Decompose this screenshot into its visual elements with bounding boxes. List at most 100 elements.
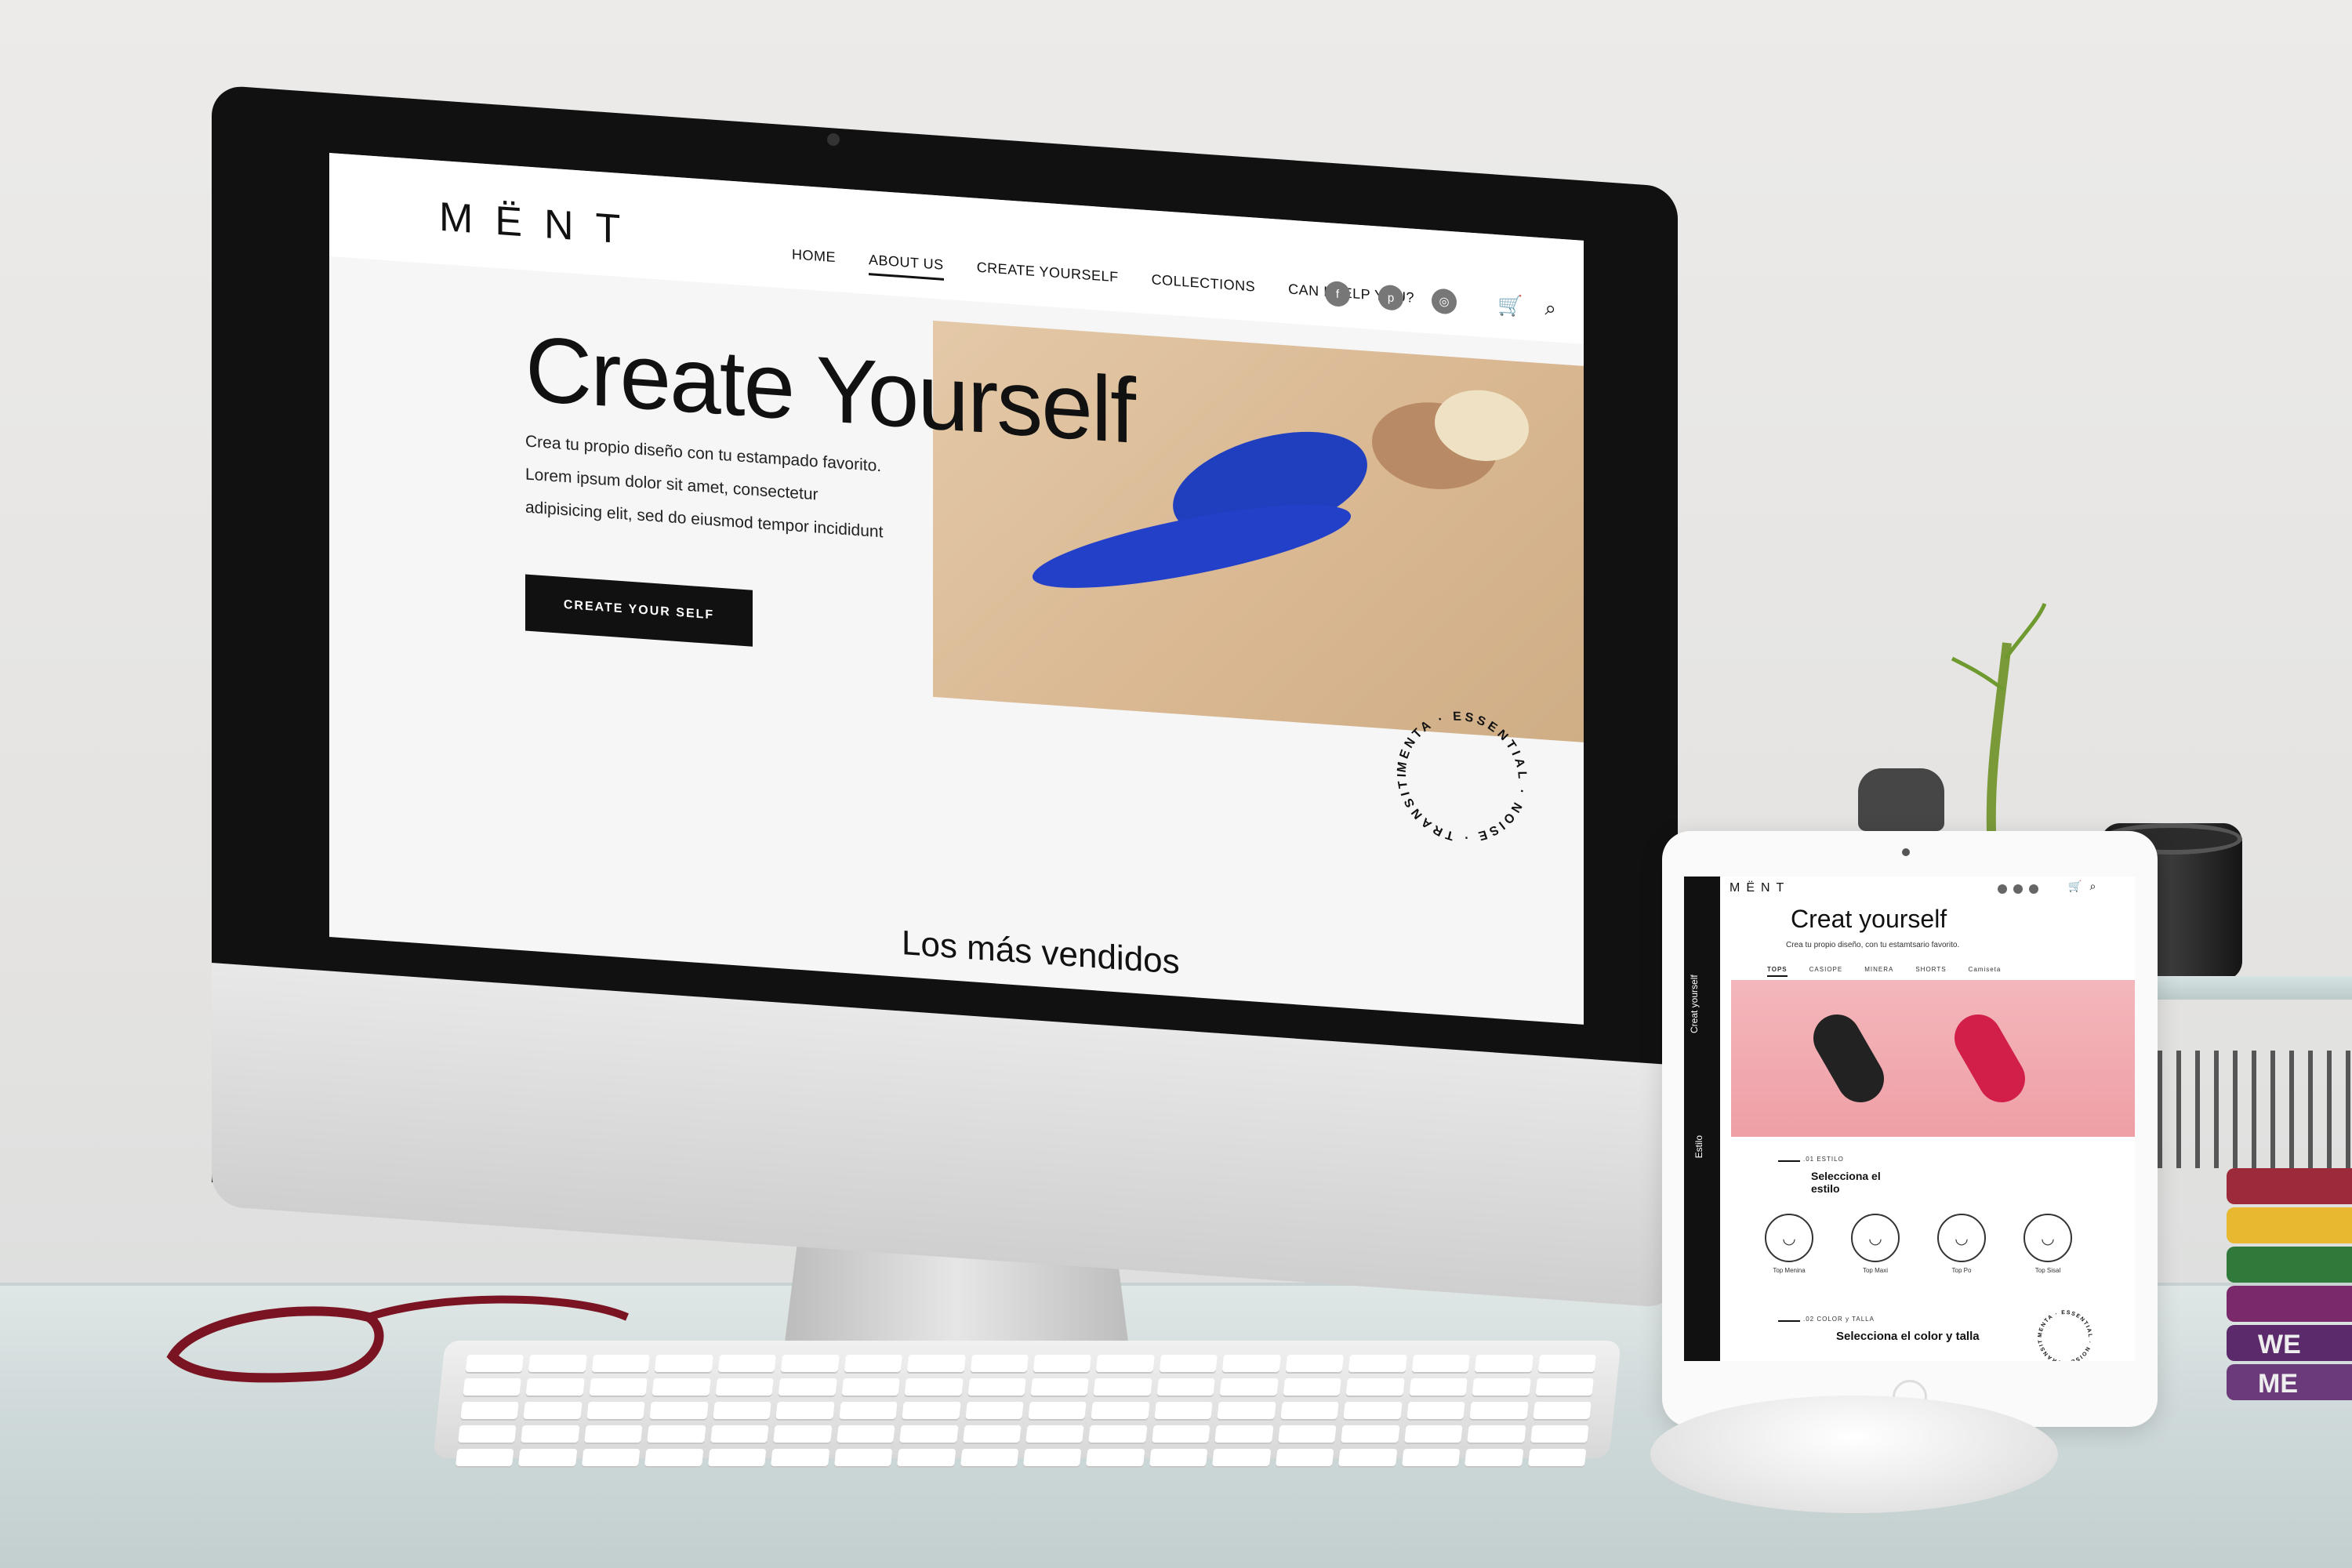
keyboard-key[interactable]	[581, 1449, 641, 1466]
keyboard-key[interactable]	[523, 1402, 583, 1419]
keyboard-key[interactable]	[1472, 1378, 1531, 1396]
keyboard-key[interactable]	[456, 1449, 514, 1466]
keyboard-key[interactable]	[906, 1355, 966, 1372]
tab-tops[interactable]: TOPS	[1767, 966, 1788, 977]
keyboard-key[interactable]	[839, 1402, 898, 1419]
keyboard-key[interactable]	[644, 1449, 704, 1466]
facebook-icon[interactable]	[1998, 884, 2007, 894]
tab-casiope[interactable]: CASIOPE	[1809, 966, 1843, 977]
search-icon[interactable]: ⌕	[2089, 880, 2096, 893]
keyboard-key[interactable]	[525, 1378, 585, 1396]
cart-icon[interactable]: 🛒	[2068, 880, 2082, 893]
keyboard-key[interactable]	[1403, 1425, 1463, 1443]
keyboard-key[interactable]	[1411, 1355, 1471, 1372]
keyboard-key[interactable]	[780, 1355, 840, 1372]
nav-home[interactable]: HOME	[792, 246, 836, 273]
keyboard-key[interactable]	[521, 1425, 580, 1443]
keyboard-key[interactable]	[773, 1425, 833, 1443]
keyboard-key[interactable]	[1033, 1355, 1092, 1372]
keyboard-key[interactable]	[1154, 1402, 1214, 1419]
keyboard-key[interactable]	[1217, 1402, 1276, 1419]
keyboard-key[interactable]	[1530, 1425, 1589, 1443]
keyboard-key[interactable]	[1537, 1355, 1596, 1372]
keyboard-key[interactable]	[1283, 1378, 1342, 1396]
keyboard-key[interactable]	[1527, 1449, 1587, 1466]
keyboard-key[interactable]	[964, 1402, 1024, 1419]
keyboard-key[interactable]	[460, 1402, 520, 1419]
keyboard-key[interactable]	[897, 1449, 956, 1466]
keyboard-key[interactable]	[1285, 1355, 1345, 1372]
keyboard-key[interactable]	[1277, 1425, 1337, 1443]
keyboard-key[interactable]	[1156, 1378, 1216, 1396]
magic-mouse[interactable]	[1650, 1396, 2058, 1513]
keyboard-key[interactable]	[778, 1378, 837, 1396]
keyboard-key[interactable]	[1348, 1355, 1407, 1372]
keyboard-key[interactable]	[1030, 1378, 1090, 1396]
search-icon[interactable]: ⌕	[1544, 296, 1556, 321]
style-option-top-maxi[interactable]: ◡ Top Maxi	[1849, 1214, 1902, 1274]
keyboard-key[interactable]	[1465, 1449, 1523, 1466]
keyboard-key[interactable]	[1086, 1449, 1145, 1466]
keyboard-key[interactable]	[710, 1425, 769, 1443]
keyboard-key[interactable]	[1343, 1402, 1403, 1419]
keyboard-key[interactable]	[528, 1355, 587, 1372]
keyboard-key[interactable]	[1401, 1449, 1461, 1466]
pinterest-icon[interactable]	[2013, 884, 2023, 894]
keyboard-key[interactable]	[1345, 1378, 1405, 1396]
keyboard-key[interactable]	[1091, 1402, 1150, 1419]
keyboard-key[interactable]	[715, 1378, 775, 1396]
nav-collections[interactable]: COLLECTIONS	[1152, 271, 1256, 302]
create-yourself-button[interactable]: CREATE YOUR SELF	[525, 574, 753, 647]
keyboard-key[interactable]	[649, 1402, 709, 1419]
keyboard-key[interactable]	[771, 1449, 830, 1466]
site-logo[interactable]: MËNT	[439, 194, 642, 255]
keyboard-key[interactable]	[1028, 1402, 1087, 1419]
keyboard-key[interactable]	[1280, 1402, 1339, 1419]
keyboard-key[interactable]	[836, 1425, 895, 1443]
keyboard-key[interactable]	[902, 1402, 961, 1419]
keyboard-key[interactable]	[465, 1355, 524, 1372]
keyboard-key[interactable]	[589, 1378, 648, 1396]
keyboard-key[interactable]	[1159, 1355, 1218, 1372]
keyboard-key[interactable]	[970, 1355, 1029, 1372]
keyboard-key[interactable]	[1088, 1425, 1148, 1443]
keyboard-key[interactable]	[713, 1402, 771, 1419]
keyboard-key[interactable]	[1467, 1425, 1526, 1443]
keyboard-key[interactable]	[775, 1402, 835, 1419]
keyboard-key[interactable]	[591, 1355, 651, 1372]
keyboard-key[interactable]	[1275, 1449, 1334, 1466]
tab-shorts[interactable]: SHORTS	[1915, 966, 1946, 977]
keyboard-key[interactable]	[1341, 1425, 1400, 1443]
keyboard-key[interactable]	[1025, 1425, 1084, 1443]
keyboard-key[interactable]	[1409, 1378, 1468, 1396]
keyboard-key[interactable]	[458, 1425, 517, 1443]
style-option-top-po[interactable]: ◡ Top Po	[1935, 1214, 1988, 1274]
instagram-icon[interactable]: ◎	[1432, 288, 1457, 315]
keyboard-key[interactable]	[1093, 1378, 1152, 1396]
keyboard-key[interactable]	[1023, 1449, 1082, 1466]
tab-minera[interactable]: MINERA	[1864, 966, 1893, 977]
keyboard-key[interactable]	[1469, 1402, 1529, 1419]
keyboard-key[interactable]	[707, 1449, 767, 1466]
keyboard-key[interactable]	[652, 1378, 711, 1396]
keyboard-key[interactable]	[1096, 1355, 1155, 1372]
keyboard[interactable]	[433, 1341, 1621, 1466]
keyboard-key[interactable]	[841, 1378, 900, 1396]
keyboard-key[interactable]	[960, 1449, 1019, 1466]
facebook-icon[interactable]: f	[1325, 280, 1350, 308]
keyboard-key[interactable]	[844, 1355, 903, 1372]
keyboard-key[interactable]	[584, 1425, 643, 1443]
keyboard-key[interactable]	[463, 1378, 522, 1396]
keyboard-key[interactable]	[586, 1402, 646, 1419]
keyboard-key[interactable]	[1535, 1378, 1594, 1396]
keyboard-key[interactable]	[518, 1449, 578, 1466]
nav-create-yourself[interactable]: CREATE YOURSELF	[977, 260, 1119, 293]
tablet-logo[interactable]: MËNT	[1730, 881, 1790, 895]
cart-icon[interactable]: 🛒	[1497, 292, 1523, 319]
keyboard-key[interactable]	[1222, 1355, 1281, 1372]
keyboard-key[interactable]	[899, 1425, 959, 1443]
pinterest-icon[interactable]: p	[1378, 284, 1403, 311]
keyboard-key[interactable]	[1532, 1402, 1592, 1419]
style-option-top-sisal[interactable]: ◡ Top Sisal	[2021, 1214, 2074, 1274]
instagram-icon[interactable]	[2029, 884, 2038, 894]
